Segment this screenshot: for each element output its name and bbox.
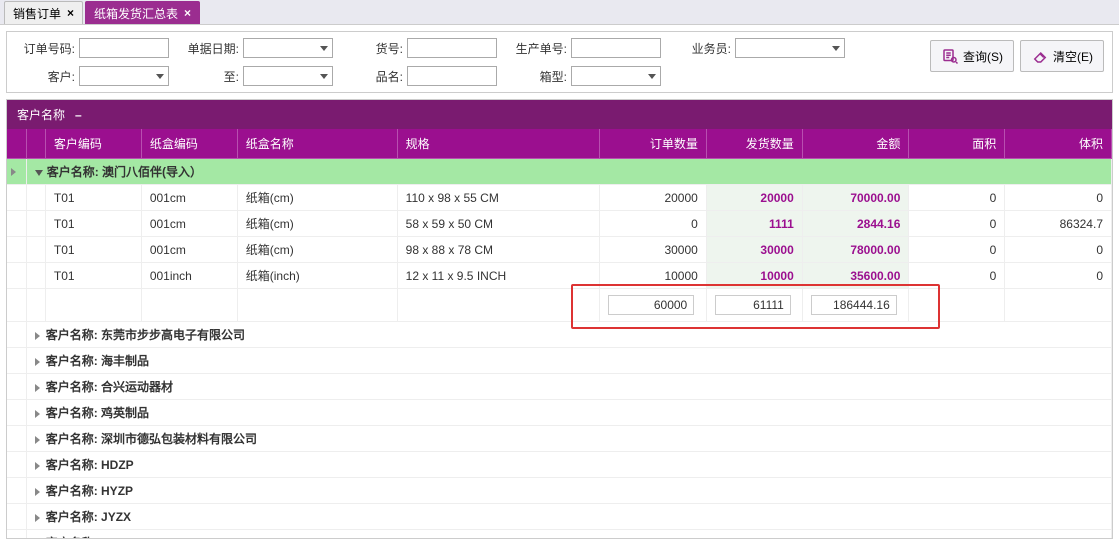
- order-no-input[interactable]: [79, 38, 169, 58]
- group-row-collapsed[interactable]: 客户名称: WW: [7, 530, 1112, 540]
- col-amount[interactable]: 金额: [802, 129, 909, 159]
- group-row-collapsed[interactable]: 客户名称: 合兴运动器材: [7, 374, 1112, 400]
- close-icon[interactable]: ×: [67, 6, 74, 20]
- col-box-name[interactable]: 纸盒名称: [237, 129, 397, 159]
- total-row: 6000061111186444.16: [7, 289, 1112, 322]
- group-panel-label: 客户名称: [17, 106, 65, 123]
- group-row-collapsed[interactable]: 客户名称: 海丰制品: [7, 348, 1112, 374]
- date-from-combo[interactable]: [243, 38, 333, 58]
- chevron-down-icon: [320, 74, 328, 79]
- group-row-collapsed[interactable]: 客户名称: 东莞市步步高电子有限公司: [7, 322, 1112, 348]
- sales-combo[interactable]: [735, 38, 845, 58]
- table-row[interactable]: T01001cm纸箱(cm)110 x 98 x 55 CM2000020000…: [7, 185, 1112, 211]
- group-row-collapsed[interactable]: 客户名称: JYZX: [7, 504, 1112, 530]
- box-type-combo[interactable]: [571, 66, 661, 86]
- group-panel[interactable]: 客户名称 –: [7, 100, 1112, 129]
- chevron-down-icon: [648, 74, 656, 79]
- query-button[interactable]: 查询(S): [930, 40, 1014, 72]
- col-order-qty[interactable]: 订单数量: [600, 129, 707, 159]
- table-row[interactable]: T01001inch纸箱(inch)12 x 11 x 9.5 INCH1000…: [7, 263, 1112, 289]
- customer-label: 客户:: [15, 68, 75, 85]
- product-name-input[interactable]: [407, 66, 497, 86]
- col-volume[interactable]: 体积: [1005, 129, 1112, 159]
- date-to-combo[interactable]: [243, 66, 333, 86]
- collapse-icon[interactable]: –: [75, 108, 82, 122]
- tab-label: 纸箱发货汇总表: [94, 5, 178, 22]
- sales-label: 业务员:: [671, 40, 731, 57]
- query-label: 查询(S): [963, 48, 1003, 65]
- col-spec[interactable]: 规格: [397, 129, 600, 159]
- eraser-icon: [1031, 47, 1049, 65]
- chevron-down-icon: [156, 74, 164, 79]
- col-ship-qty[interactable]: 发货数量: [706, 129, 802, 159]
- group-row[interactable]: 客户名称: 澳门八佰伴(导入）: [7, 159, 1112, 185]
- product-no-input[interactable]: [407, 38, 497, 58]
- tab-bar: 销售订单 × 纸箱发货汇总表 ×: [0, 0, 1119, 25]
- to-label: 至:: [179, 68, 239, 85]
- product-name-label: 品名:: [343, 68, 403, 85]
- prod-order-input[interactable]: [571, 38, 661, 58]
- group-row-collapsed[interactable]: 客户名称: HDZP: [7, 452, 1112, 478]
- product-no-label: 货号:: [343, 40, 403, 57]
- search-icon: [941, 47, 959, 65]
- filter-bar: 订单号码: 单据日期: 货号: 生产单号: 业务员: 客户: 至: 品名: 箱型…: [6, 31, 1113, 93]
- grid: 客户名称 – 客户编码 纸盒编码 纸盒名称 规格 订单数量 发货数量 金额 面积…: [6, 99, 1113, 539]
- group-row-collapsed[interactable]: 客户名称: 鸡英制品: [7, 400, 1112, 426]
- tab-shipping-summary[interactable]: 纸箱发货汇总表 ×: [85, 1, 200, 24]
- table-row[interactable]: T01001cm纸箱(cm)98 x 88 x 78 CM30000300007…: [7, 237, 1112, 263]
- col-area[interactable]: 面积: [909, 129, 1005, 159]
- tab-label: 销售订单: [13, 5, 61, 22]
- customer-combo[interactable]: [79, 66, 169, 86]
- col-cust-code[interactable]: 客户编码: [45, 129, 141, 159]
- chevron-down-icon: [832, 46, 840, 51]
- chevron-down-icon: [320, 46, 328, 51]
- tab-sales-order[interactable]: 销售订单 ×: [4, 1, 83, 24]
- col-box-code[interactable]: 纸盒编码: [141, 129, 237, 159]
- box-type-label: 箱型:: [507, 68, 567, 85]
- order-no-label: 订单号码:: [15, 40, 75, 57]
- group-row-collapsed[interactable]: 客户名称: 深圳市德弘包装材料有限公司: [7, 426, 1112, 452]
- date-label: 单据日期:: [179, 40, 239, 57]
- prod-order-label: 生产单号:: [507, 40, 567, 57]
- clear-label: 清空(E): [1053, 48, 1093, 65]
- group-row-collapsed[interactable]: 客户名称: HYZP: [7, 478, 1112, 504]
- close-icon[interactable]: ×: [184, 6, 191, 20]
- grid-header: 客户编码 纸盒编码 纸盒名称 规格 订单数量 发货数量 金额 面积 体积: [7, 129, 1112, 159]
- table-row[interactable]: T01001cm纸箱(cm)58 x 59 x 50 CM011112844.1…: [7, 211, 1112, 237]
- clear-button[interactable]: 清空(E): [1020, 40, 1104, 72]
